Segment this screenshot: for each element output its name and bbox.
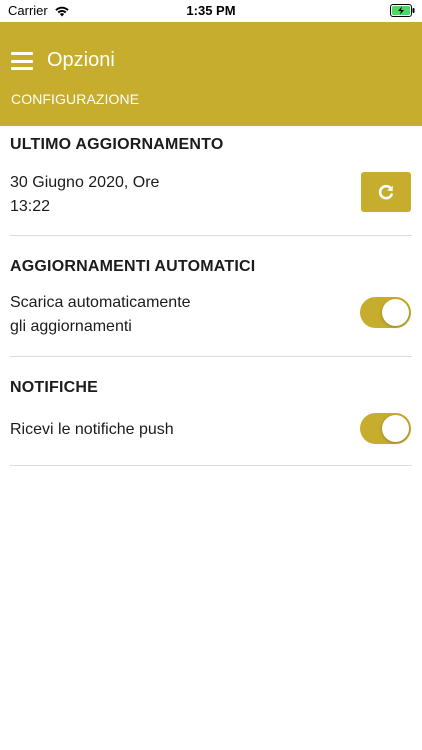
last-update-date: 30 Giugno 2020, Ore 13:22 [10, 171, 159, 219]
notifications-label: Ricevi le notifiche push [10, 421, 174, 438]
toggle-knob [382, 415, 409, 442]
page-title: Opzioni [47, 49, 115, 71]
notifications-toggle[interactable] [360, 413, 411, 444]
refresh-icon [378, 184, 393, 200]
app-header: Opzioni CONFIGURAZIONE [0, 22, 422, 126]
auto-updates-title: AGGIORNAMENTI AUTOMATICI [10, 258, 256, 275]
status-bar: Carrier 1:35 PM [0, 0, 422, 22]
auto-updates-label-line1: Scarica automaticamente [10, 294, 191, 311]
divider [10, 235, 412, 236]
hamburger-menu-icon[interactable] [11, 52, 33, 70]
last-update-date-line2: 13:22 [10, 198, 51, 215]
refresh-button[interactable] [361, 172, 411, 212]
notifications-section: NOTIFICHE Ricevi le notifiche push [10, 378, 412, 468]
last-update-date-line1: 30 Giugno 2020, Ore [10, 174, 160, 191]
clock: 1:35 PM [186, 3, 236, 18]
auto-updates-toggle[interactable] [360, 297, 411, 328]
battery-charging-icon [390, 4, 415, 22]
divider [10, 465, 412, 466]
page-subtitle: CONFIGURAZIONE [11, 91, 140, 107]
auto-updates-label-line2: gli aggiornamenti [10, 318, 132, 335]
auto-updates-section: AGGIORNAMENTI AUTOMATICI Scarica automat… [10, 257, 412, 357]
notifications-title: NOTIFICHE [10, 379, 99, 396]
last-update-section: ULTIMO AGGIORNAMENTO 30 Giugno 2020, Ore… [10, 135, 412, 235]
auto-updates-label: Scarica automaticamente gli aggiornament… [10, 291, 191, 339]
toggle-knob [382, 299, 409, 326]
divider [10, 356, 412, 357]
last-update-title: ULTIMO AGGIORNAMENTO [10, 136, 224, 153]
